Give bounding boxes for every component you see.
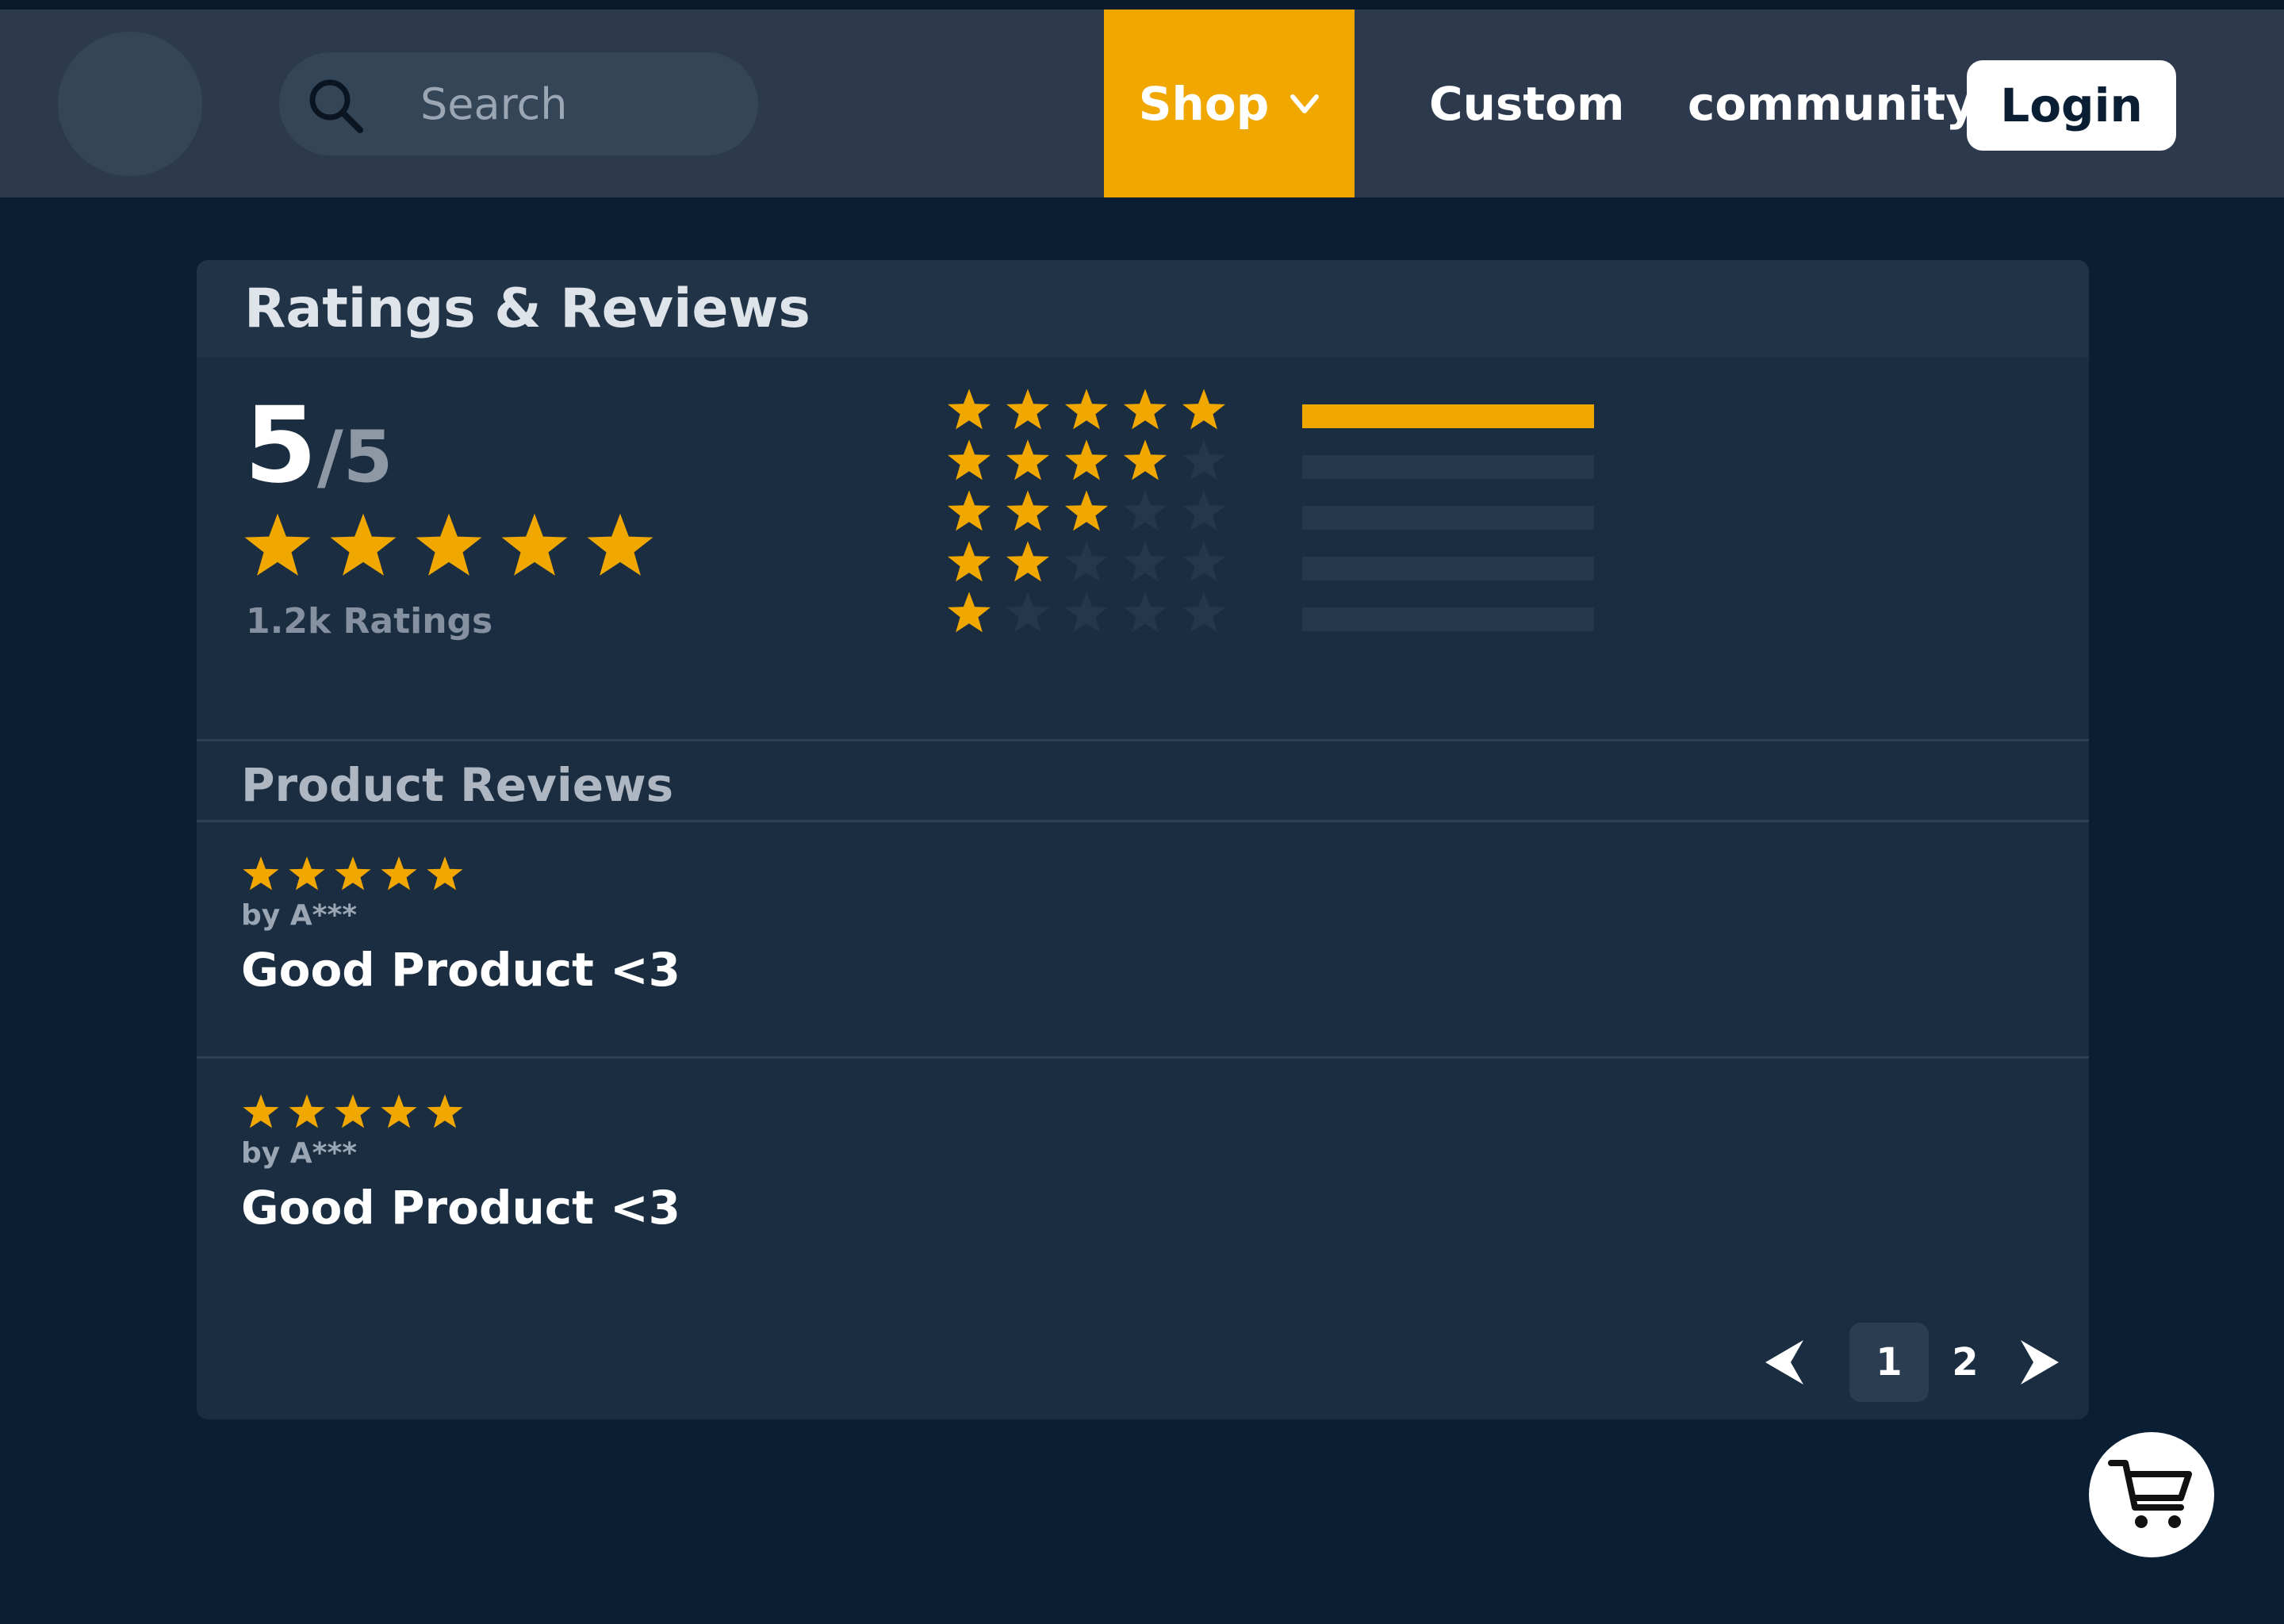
- distribution-bar: [1302, 404, 1594, 428]
- distribution-bar: [1302, 506, 1594, 530]
- review-author: by A***: [241, 1137, 358, 1170]
- nav-shop-label: Shop: [1138, 76, 1270, 131]
- star-icon: [243, 856, 279, 891]
- star-icon: [243, 1094, 279, 1128]
- navbar: Shop Custom community Login: [0, 10, 2284, 197]
- star-icon: [947, 541, 991, 582]
- nav-community-label: community: [1688, 76, 1976, 131]
- review-item: by A*** Good Product <3: [241, 1093, 680, 1235]
- star-icon: [1123, 439, 1167, 481]
- star-icon: [330, 513, 397, 576]
- rating-score: 5/5: [244, 393, 393, 498]
- star-icon: [1123, 541, 1167, 582]
- star-icon: [1006, 439, 1050, 481]
- cart-button[interactable]: [2089, 1432, 2214, 1557]
- distribution-stars: [945, 488, 1228, 536]
- star-icon: [1006, 541, 1050, 582]
- login-button[interactable]: Login: [1967, 60, 2176, 151]
- star-icon: [501, 513, 568, 576]
- review-text: Good Product <3: [241, 1181, 681, 1235]
- page-2-button[interactable]: 2: [1926, 1323, 2005, 1402]
- star-icon: [1182, 541, 1226, 582]
- star-icon: [1064, 490, 1109, 531]
- star-icon: [289, 856, 325, 891]
- distribution-stars: [945, 590, 1228, 638]
- star-icon: [587, 513, 653, 576]
- nav-custom-label: Custom: [1429, 76, 1625, 131]
- distribution-stars: [945, 387, 1228, 435]
- star-icon: [1064, 389, 1109, 430]
- avatar[interactable]: [58, 32, 202, 176]
- star-icon: [1123, 389, 1167, 430]
- nav-shop[interactable]: Shop: [1104, 10, 1355, 197]
- chevron-left-icon[interactable]: [1761, 1323, 1808, 1402]
- distribution-bar: [1302, 607, 1594, 631]
- search-input[interactable]: [420, 70, 730, 138]
- star-icon: [427, 1094, 463, 1128]
- chevron-down-icon: [1290, 94, 1320, 113]
- star-icon: [1123, 592, 1167, 633]
- star-icon: [1006, 592, 1050, 633]
- review-author: by A***: [241, 899, 358, 932]
- page-1-button[interactable]: 1: [1849, 1323, 1929, 1402]
- divider: [197, 820, 2089, 822]
- rating-score-max: /5: [316, 416, 393, 499]
- nav-community[interactable]: community: [1688, 10, 1976, 197]
- ratings-reviews-card: Ratings & Reviews 5/5 1.2k Ratings Produ…: [197, 260, 2089, 1419]
- nav-custom[interactable]: Custom: [1429, 10, 1624, 197]
- search-icon[interactable]: [305, 75, 368, 138]
- rating-stars: [241, 511, 657, 584]
- review-item: by A*** Good Product <3: [241, 855, 680, 997]
- star-icon: [947, 389, 991, 430]
- divider: [197, 1056, 2089, 1059]
- star-icon: [335, 856, 371, 891]
- product-reviews-title: Product Reviews: [241, 758, 674, 812]
- chevron-right-icon[interactable]: [2016, 1323, 2064, 1402]
- star-icon: [381, 856, 417, 891]
- distribution-bar: [1302, 557, 1594, 580]
- star-icon: [1182, 592, 1226, 633]
- star-icon: [1182, 389, 1226, 430]
- rating-score-value: 5: [244, 385, 317, 507]
- star-icon: [1123, 490, 1167, 531]
- star-icon: [1064, 439, 1109, 481]
- star-icon: [1182, 439, 1226, 481]
- star-icon: [1064, 541, 1109, 582]
- review-text: Good Product <3: [241, 943, 681, 997]
- star-icon: [947, 490, 991, 531]
- ratings-reviews-title: Ratings & Reviews: [244, 278, 811, 340]
- star-icon: [416, 513, 482, 576]
- distribution-bar-fill: [1302, 404, 1594, 428]
- search-bar[interactable]: [279, 52, 758, 155]
- review-stars: [241, 1093, 680, 1132]
- star-icon: [1064, 592, 1109, 633]
- distribution-stars: [945, 539, 1228, 587]
- star-icon: [381, 1094, 417, 1128]
- star-icon: [947, 592, 991, 633]
- review-stars: [241, 855, 680, 894]
- divider: [197, 739, 2089, 741]
- star-icon: [1182, 490, 1226, 531]
- card-header: Ratings & Reviews: [197, 260, 2089, 357]
- star-icon: [244, 513, 311, 576]
- star-icon: [1006, 389, 1050, 430]
- star-icon: [427, 856, 463, 891]
- ratings-count: 1.2k Ratings: [246, 601, 493, 642]
- star-icon: [289, 1094, 325, 1128]
- star-icon: [1006, 490, 1050, 531]
- star-icon: [947, 439, 991, 481]
- cart-icon: [2108, 1460, 2192, 1528]
- top-strip: [0, 0, 2284, 10]
- distribution-bar: [1302, 455, 1594, 479]
- distribution-stars: [945, 438, 1228, 485]
- star-icon: [335, 1094, 371, 1128]
